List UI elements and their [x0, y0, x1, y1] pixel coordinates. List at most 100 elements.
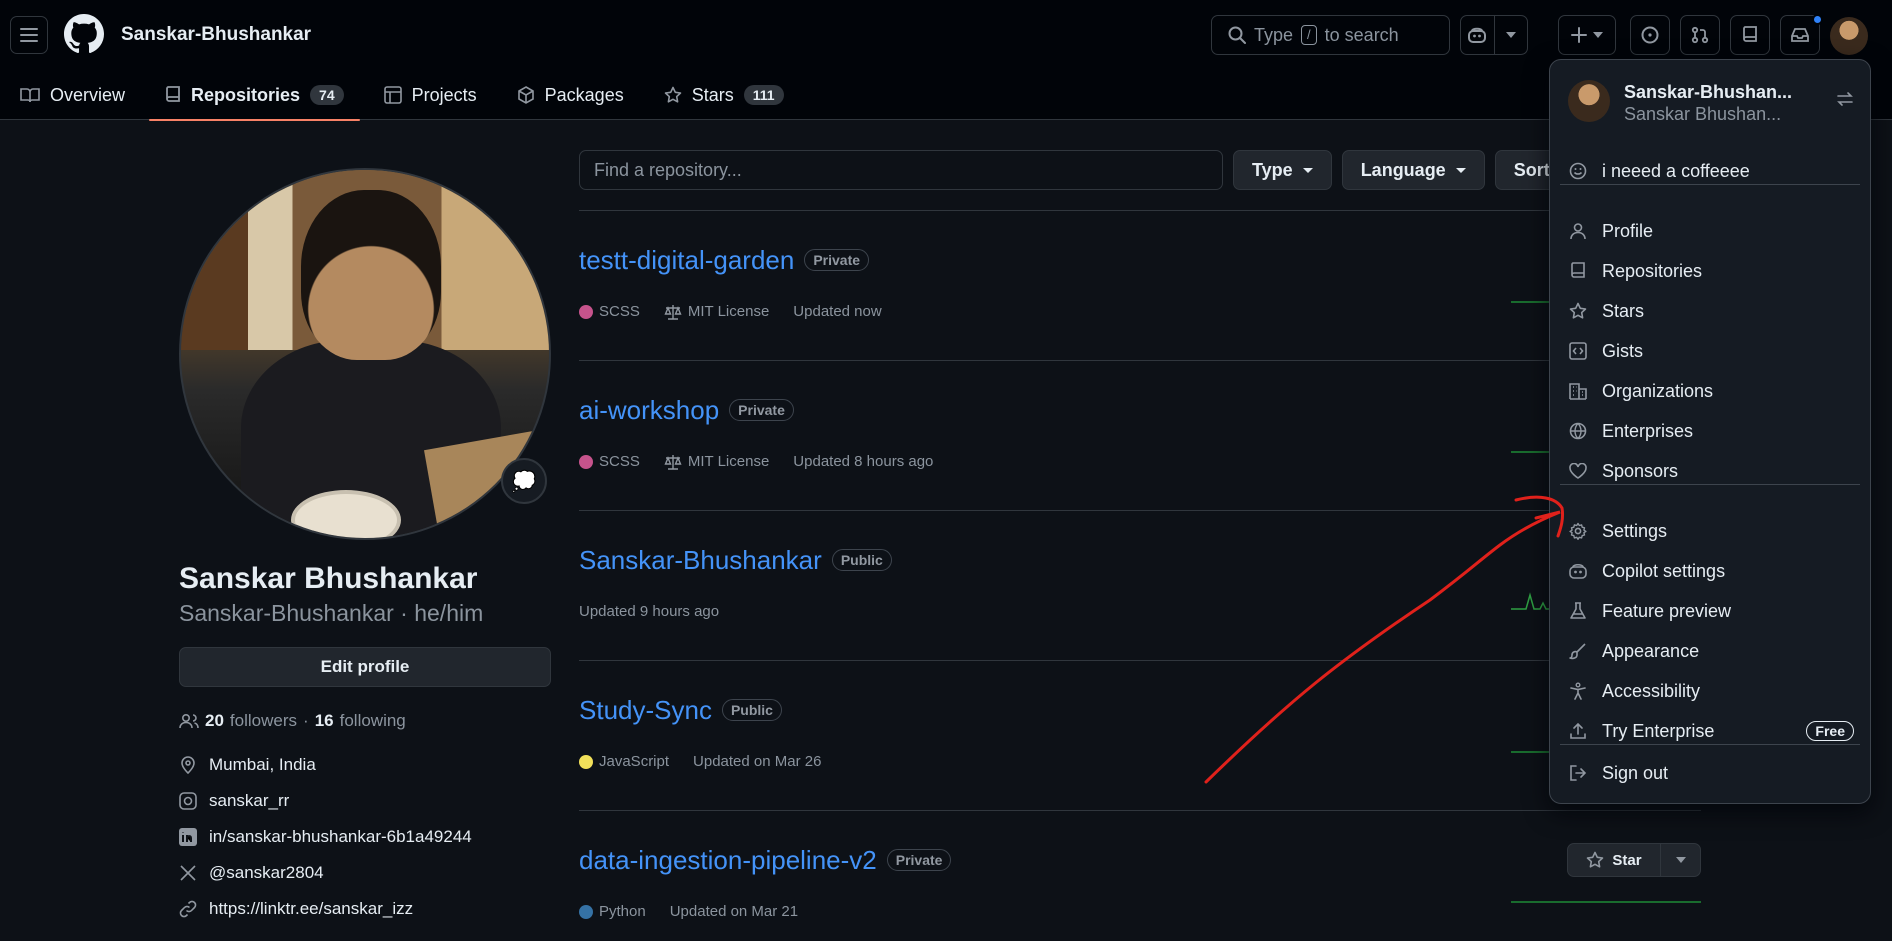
repo-language: JavaScript — [599, 753, 670, 770]
global-search-input[interactable]: Type / to search — [1211, 15, 1450, 55]
edit-profile-button[interactable]: Edit profile — [179, 647, 551, 687]
menu-item-stars[interactable]: Stars — [1568, 295, 1854, 327]
follow-separator: · — [303, 711, 309, 730]
website-link[interactable]: https://linktr.ee/sanskar_izz — [209, 899, 413, 919]
twitter-link[interactable]: @sanskar2804 — [209, 863, 324, 883]
following-link[interactable]: following — [340, 711, 406, 731]
profile-picture[interactable] — [179, 168, 551, 540]
book-icon — [20, 88, 40, 103]
context-username[interactable]: Sanskar-Bhushankar — [121, 24, 311, 46]
repo-name-link[interactable]: ai-workshop — [579, 395, 719, 425]
people-icon — [179, 713, 199, 729]
copilot-button-group — [1460, 15, 1528, 55]
menu-item-sponsors[interactable]: Sponsors — [1568, 455, 1854, 487]
repositories-nav-button[interactable] — [1730, 15, 1770, 55]
repo-item: ai-workshop Private SCSS MIT License Upda… — [579, 361, 1701, 511]
repo-filter-bar: Type Language Sort — [579, 150, 1701, 190]
menu-item-label: Sponsors — [1602, 460, 1679, 481]
location-item: Mumbai, India — [179, 747, 551, 783]
menu-item-repositories[interactable]: Repositories — [1568, 255, 1854, 287]
repo-name-link[interactable]: Study-Sync — [579, 695, 712, 725]
pull-requests-button[interactable] — [1680, 15, 1720, 55]
tab-packages[interactable]: Packages — [497, 70, 644, 120]
switch-account-icon[interactable] — [1836, 90, 1854, 108]
create-new-button[interactable] — [1558, 15, 1616, 55]
instagram-link[interactable]: sanskar_rr — [209, 791, 289, 811]
hamburger-menu-button[interactable] — [10, 16, 48, 54]
repo-license: MIT License — [687, 303, 770, 320]
visibility-badge: Private — [886, 849, 952, 871]
repo-icon — [166, 86, 180, 102]
copilot-button[interactable] — [1461, 16, 1494, 54]
repo-name-link[interactable]: data-ingestion-pipeline-v2 — [579, 845, 877, 875]
profile-login-pronouns: Sanskar-Bhushankar · he/him — [179, 600, 484, 626]
instagram-icon — [179, 792, 197, 810]
star-label: Star — [1612, 851, 1642, 869]
star-list-dropdown[interactable] — [1660, 844, 1700, 876]
instagram-item[interactable]: sanskar_rr — [179, 783, 551, 819]
menu-item-accessibility[interactable]: Accessibility — [1568, 675, 1854, 707]
accessibility-icon — [1570, 682, 1586, 700]
plus-icon — [1571, 27, 1587, 43]
language-color-dot — [579, 454, 593, 469]
issues-button[interactable] — [1630, 15, 1670, 55]
type-filter-button[interactable]: Type — [1233, 150, 1332, 190]
website-item[interactable]: https://linktr.ee/sanskar_izz — [179, 891, 551, 927]
location-icon — [181, 756, 195, 774]
menu-item-feature-preview[interactable]: Feature preview — [1568, 595, 1854, 627]
tab-projects[interactable]: Projects — [364, 70, 497, 120]
language-filter-button[interactable]: Language — [1341, 150, 1485, 190]
followers-link[interactable]: followers — [230, 711, 297, 731]
repo-name-link[interactable]: Sanskar-Bhushankar — [579, 545, 822, 575]
tab-overview[interactable]: Overview — [0, 70, 145, 120]
linkedin-icon — [179, 828, 197, 846]
user-avatar-button[interactable] — [1830, 17, 1868, 55]
menu-item-appearance[interactable]: Appearance — [1568, 635, 1854, 667]
menu-divider — [1560, 484, 1860, 485]
copilot-icon — [1468, 27, 1487, 43]
status-emoji-button[interactable]: 💭 — [501, 458, 547, 504]
github-logo-icon[interactable] — [64, 14, 104, 54]
twitter-item[interactable]: @sanskar2804 — [179, 855, 551, 891]
user-account-menu: Sanskar-Bhushan... Sanskar Bhushan... i … — [1549, 59, 1871, 804]
visibility-badge: Public — [721, 699, 782, 721]
menu-item-label: Sign out — [1602, 762, 1669, 783]
repo-list: testt-digital-garden Private SCSS MIT Lic… — [579, 210, 1701, 941]
repo-updated: Updated on Mar 26 — [693, 753, 822, 770]
repo-item: Sanskar-Bhushankar Public Updated 9 hours… — [579, 511, 1701, 661]
menu-item-gists[interactable]: Gists — [1568, 335, 1854, 367]
menu-item-organizations[interactable]: Organizations — [1568, 375, 1854, 407]
menu-item-profile[interactable]: Profile — [1568, 215, 1854, 247]
chevron-down-icon — [1593, 32, 1603, 38]
profile-sidebar: 💭 Sanskar Bhushankar Sanskar-Bhushankar … — [179, 168, 551, 927]
visibility-badge: Public — [831, 549, 892, 571]
copilot-dropdown-button[interactable] — [1493, 16, 1528, 54]
menu-item-sign-out[interactable]: Sign out — [1568, 757, 1854, 789]
stars-count-badge: 111 — [743, 85, 784, 105]
repo-updated: Updated 9 hours ago — [579, 603, 720, 620]
following-count[interactable]: 16 — [315, 711, 334, 731]
menu-item-copilot-settings[interactable]: Copilot settings — [1568, 555, 1854, 587]
repo-updated: Updated on Mar 21 — [669, 903, 799, 920]
linkedin-link[interactable]: in/sanskar-bhushankar-6b1a49244 — [209, 827, 472, 847]
linkedin-item[interactable]: in/sanskar-bhushankar-6b1a49244 — [179, 819, 551, 855]
repositories-panel: Type Language Sort testt-digital-garden P… — [579, 150, 1701, 941]
followers-count[interactable]: 20 — [205, 711, 224, 731]
star-button[interactable]: Star — [1568, 844, 1660, 876]
menu-item-try-enterprise[interactable]: Try Enterprise Free — [1568, 715, 1854, 747]
star-icon — [1587, 851, 1604, 868]
tab-stars[interactable]: Stars 111 — [644, 70, 804, 120]
menu-item-settings[interactable]: Settings — [1568, 515, 1854, 547]
find-repository-input[interactable] — [579, 150, 1223, 190]
tab-repositories[interactable]: Repositories 74 — [145, 70, 364, 121]
profile-details: Mumbai, India sanskar_rr in/sanskar-bhus… — [179, 747, 551, 927]
tab-label: Repositories — [191, 84, 301, 105]
hamburger-icon — [20, 28, 38, 42]
repo-item: data-ingestion-pipeline-v2 Private Python… — [579, 811, 1701, 941]
set-status-item[interactable]: i neeed a coffeeee — [1568, 155, 1854, 187]
menu-item-enterprises[interactable]: Enterprises — [1568, 415, 1854, 447]
menu-item-label: Stars — [1602, 300, 1645, 321]
repo-name-link[interactable]: testt-digital-garden — [579, 245, 794, 275]
law-icon — [664, 454, 682, 470]
language-color-dot — [579, 904, 593, 919]
